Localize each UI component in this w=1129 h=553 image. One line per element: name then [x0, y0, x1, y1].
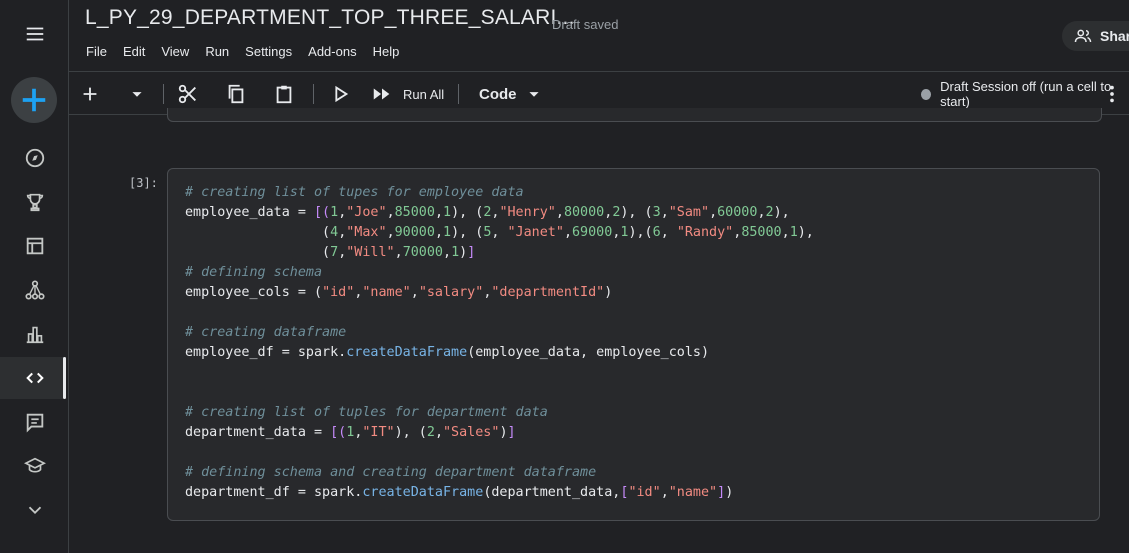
code-comment: # creating dataframe	[185, 325, 347, 340]
cell-type-label: Code	[479, 85, 517, 103]
plus-icon	[83, 87, 97, 101]
left-sidebar	[0, 0, 69, 553]
discussion-icon[interactable]	[21, 408, 49, 436]
trophy-icon[interactable]	[21, 188, 49, 216]
model-icon[interactable]	[21, 276, 49, 304]
menu-bar: File Edit View Run Settings Add-ons Help	[86, 44, 415, 59]
active-item-indicator	[63, 357, 66, 399]
menu-help[interactable]: Help	[373, 44, 400, 59]
code-icon[interactable]	[21, 364, 49, 392]
play-icon	[335, 85, 349, 103]
save-status: Draft saved	[552, 17, 619, 32]
chart-icon[interactable]	[21, 320, 49, 348]
copy-icon	[228, 84, 244, 104]
toolbar-divider	[313, 84, 314, 104]
chevron-down-icon[interactable]	[21, 496, 49, 524]
table-icon[interactable]	[21, 232, 49, 260]
menu-view[interactable]: View	[161, 44, 189, 59]
code-editor[interactable]: # creating list of tupes for employee da…	[185, 183, 814, 503]
share-button[interactable]: Shar	[1062, 21, 1129, 51]
scissors-icon	[178, 84, 196, 104]
more-vert-icon	[1110, 85, 1114, 103]
caret-down-icon	[528, 92, 539, 97]
add-icon	[22, 88, 46, 112]
menu-file[interactable]: File	[86, 44, 107, 59]
learn-icon[interactable]	[21, 452, 49, 480]
fast-forward-icon	[373, 88, 390, 100]
run-all-label: Run All	[403, 86, 445, 102]
cell-execution-count: [3]:	[129, 176, 158, 190]
create-button[interactable]	[11, 77, 57, 123]
menu-edit[interactable]: Edit	[123, 44, 145, 59]
menu-settings[interactable]: Settings	[245, 44, 292, 59]
session-status-dot	[921, 88, 932, 100]
more-options-button[interactable]	[1101, 72, 1123, 116]
add-cell-button[interactable]	[79, 72, 101, 116]
notebook-title[interactable]: L_PY_29_DEPARTMENT_TOP_THREE_SALARI...	[85, 6, 575, 30]
menu-run[interactable]: Run	[205, 44, 229, 59]
hamburger-menu-icon[interactable]	[21, 20, 49, 48]
share-label: Shar	[1100, 28, 1129, 44]
clipboard-icon	[276, 85, 292, 104]
code-cell[interactable]: # creating list of tupes for employee da…	[167, 168, 1100, 521]
people-icon	[1074, 29, 1092, 43]
code-comment: # defining schema and creating departmen…	[185, 465, 597, 480]
toolbar-divider	[163, 84, 164, 104]
code-comment: # creating list of tupes for employee da…	[185, 185, 524, 200]
toolbar-divider	[458, 84, 459, 104]
code-comment: # defining schema	[185, 265, 323, 280]
compass-icon[interactable]	[21, 144, 49, 172]
previous-cell[interactable]	[167, 108, 1102, 122]
add-cell-dropdown[interactable]	[126, 72, 148, 116]
code-comment: # creating list of tuples for department…	[185, 405, 548, 420]
menu-add-ons[interactable]: Add-ons	[308, 44, 356, 59]
caret-down-icon	[132, 92, 142, 97]
